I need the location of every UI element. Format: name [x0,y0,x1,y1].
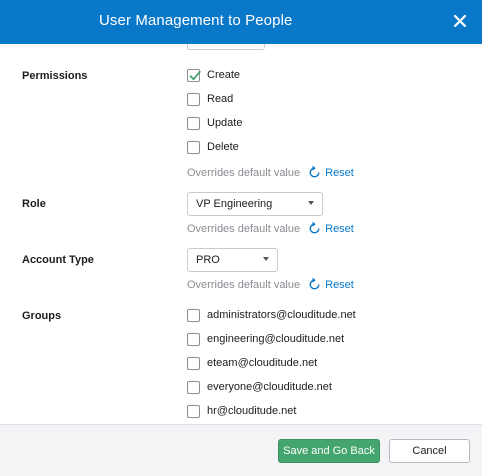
role-select-value: VP Engineering [196,198,273,210]
group-everyone-label: everyone@clouditude.net [207,381,332,393]
partially-visible-field[interactable] [187,44,265,50]
permission-create-label: Create [207,69,241,81]
group-administrators-row[interactable]: administrators@clouditude.net [187,307,356,323]
dialog-title: User Management to People [99,12,293,29]
role-label: Role [22,198,46,210]
permissions-override-text: Overrides default value [187,166,301,179]
role-reset-label: Reset [325,222,354,235]
permission-update-row[interactable]: Update [187,115,242,131]
account-type-override: Overrides default value Reset [187,278,354,291]
account-type-override-text: Overrides default value [187,278,301,291]
role-override: Overrides default value Reset [187,222,354,235]
account-type-reset-label: Reset [325,278,354,291]
permission-create-checkbox[interactable] [187,68,201,82]
permission-read-checkbox[interactable] [187,92,200,106]
permission-create-row[interactable]: Create [187,67,240,83]
permission-read-label: Read [207,93,234,105]
group-everyone-row[interactable]: everyone@clouditude.net [187,379,332,395]
group-engineering-label: engineering@clouditude.net [207,333,345,345]
permission-delete-row[interactable]: Delete [187,139,239,155]
groups-label: Groups [22,310,62,322]
group-administrators-checkbox[interactable] [187,308,200,322]
account-type-select-value: PRO [196,254,220,266]
permission-read-row[interactable]: Read [187,91,233,107]
account-type-select[interactable]: PRO [187,248,278,272]
group-eteam-row[interactable]: eteam@clouditude.net [187,355,317,371]
role-select[interactable]: VP Engineering [187,192,323,216]
group-everyone-checkbox[interactable] [187,380,200,394]
permission-delete-checkbox[interactable] [187,140,200,154]
role-override-text: Overrides default value [187,222,301,235]
group-engineering-checkbox[interactable] [187,332,200,346]
group-administrators-label: administrators@clouditude.net [207,309,356,321]
account-type-reset-button[interactable]: Reset [308,278,354,291]
reset-icon [309,166,320,178]
reset-icon [309,222,320,234]
group-eteam-checkbox[interactable] [187,356,200,370]
permission-delete-label: Delete [207,141,239,153]
group-hr-checkbox[interactable] [187,404,200,418]
account-type-label: Account Type [22,254,94,266]
permissions-reset-label: Reset [325,166,354,179]
group-hr-row[interactable]: hr@clouditude.net [187,403,296,419]
reset-icon [309,278,320,290]
cancel-button[interactable]: Cancel [389,439,470,463]
group-engineering-row[interactable]: engineering@clouditude.net [187,331,344,347]
permissions-label: Permissions [22,70,88,82]
group-hr-label: hr@clouditude.net [207,405,297,417]
dialog-header: User Management to People [0,0,482,44]
permission-update-checkbox[interactable] [187,116,200,130]
dialog-footer: Save and Go Back Cancel [0,424,482,476]
group-eteam-label: eteam@clouditude.net [207,357,318,369]
chevron-down-icon [308,201,314,205]
permissions-override: Overrides default value Reset [187,166,354,179]
role-reset-button[interactable]: Reset [308,222,354,235]
chevron-down-icon [263,257,269,261]
save-and-go-back-button[interactable]: Save and Go Back [278,439,380,463]
close-icon[interactable] [452,13,468,29]
permission-update-label: Update [207,117,243,129]
permissions-reset-button[interactable]: Reset [308,166,354,179]
dialog-body[interactable]: Permissions Create Read Update Delete Ov… [0,44,482,424]
